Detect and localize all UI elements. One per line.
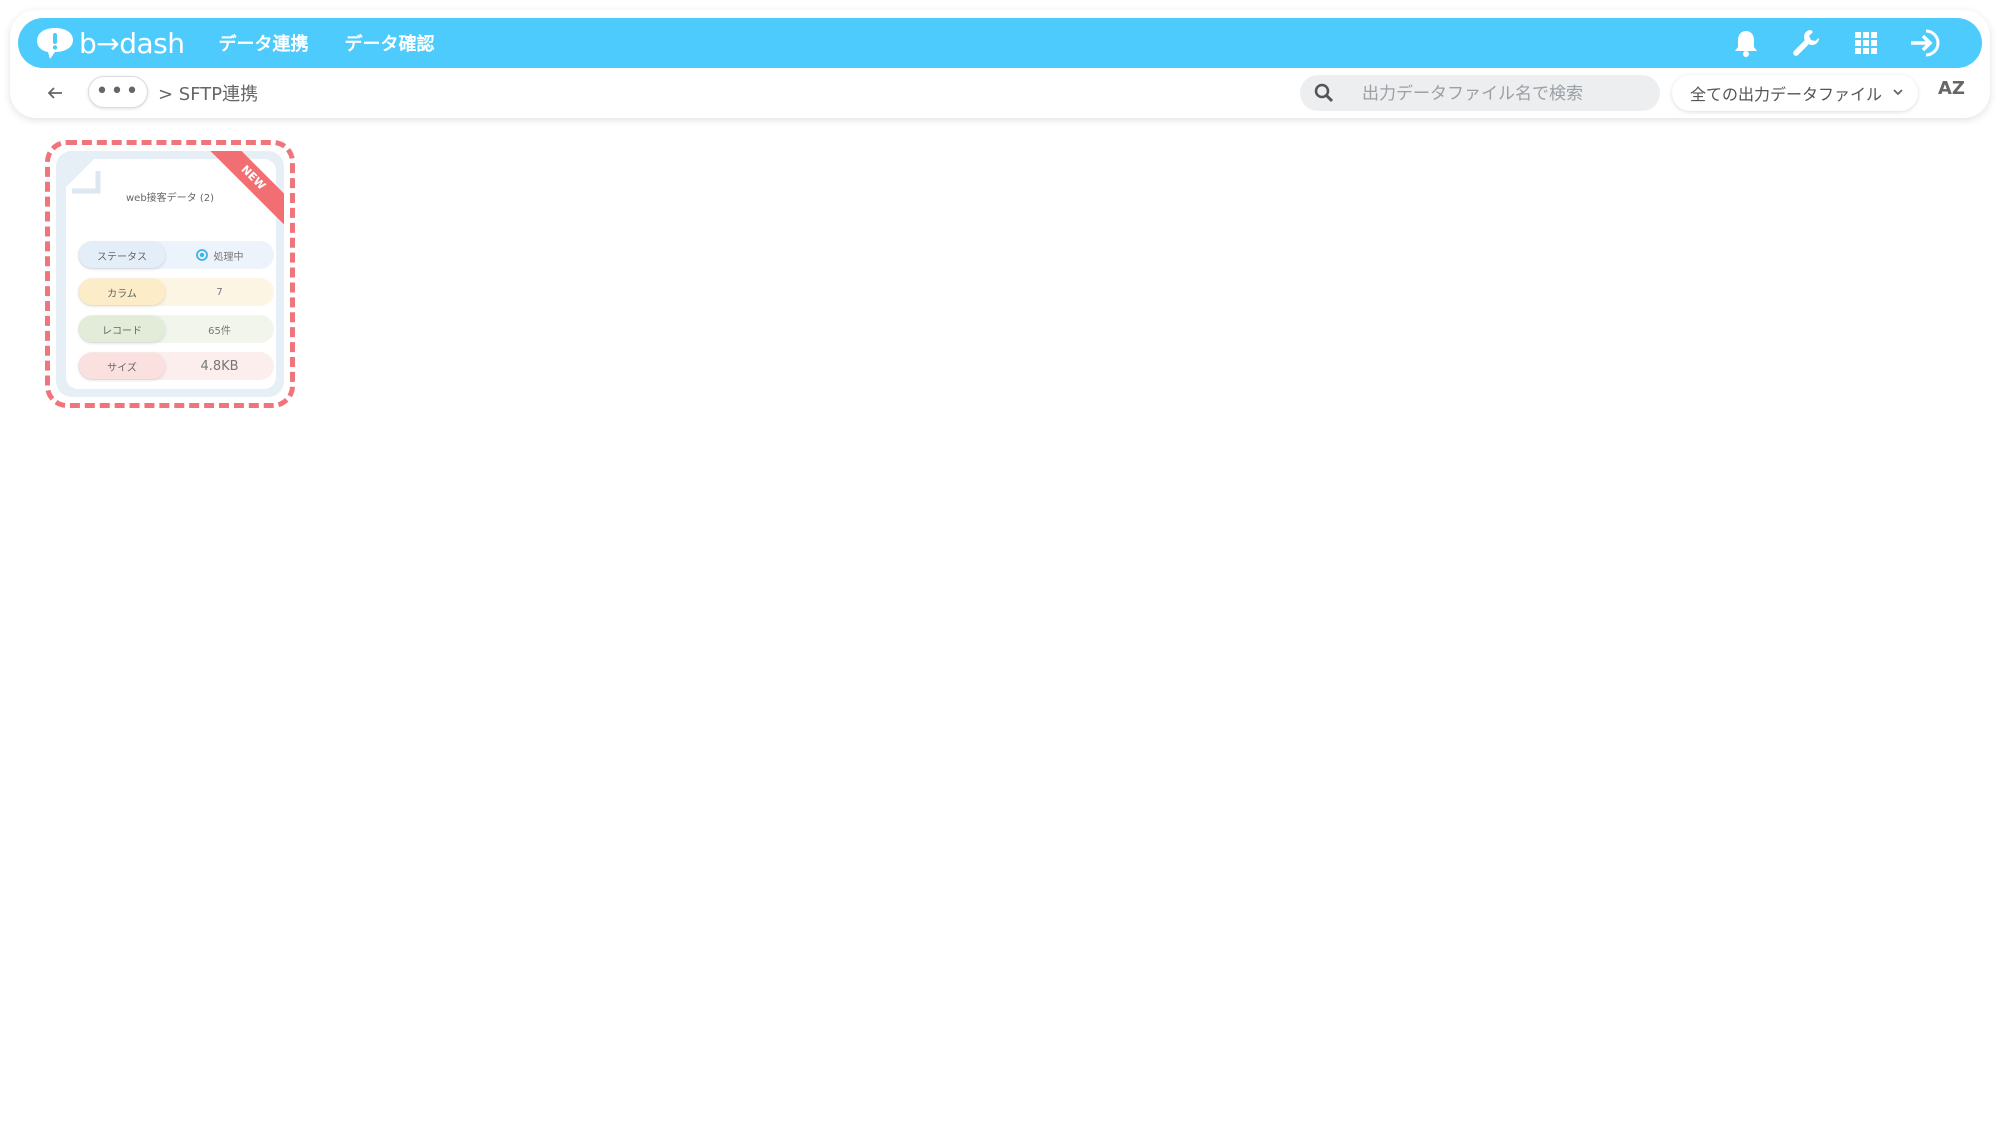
search-input[interactable]: [1360, 75, 1644, 113]
record-row: レコード 65件: [78, 315, 274, 343]
arrow-left-icon: [47, 87, 62, 99]
status-row: ステータス 処理中: [78, 241, 274, 269]
sort-button[interactable]: AZ: [1938, 78, 1965, 99]
size-key: サイズ: [79, 353, 165, 379]
settings-button[interactable]: [1786, 23, 1826, 63]
processing-icon: [195, 249, 208, 261]
nav-data-check[interactable]: データ確認: [345, 30, 435, 56]
notifications-button[interactable]: [1726, 23, 1766, 63]
status-value: 処理中: [165, 248, 274, 263]
breadcrumb: > SFTP連携: [158, 84, 259, 105]
login-button[interactable]: [1906, 23, 1946, 63]
apps-button[interactable]: [1846, 23, 1886, 63]
logo-icon: [37, 28, 73, 59]
logo-text: b→dash: [79, 26, 185, 60]
toolbar: ••• > SFTP連携 全ての出力データファイル AZ: [10, 72, 1990, 114]
highlighted-file-card: NEW web接客データ (2) ステータス 処理中 カラム 7 レコード 65…: [45, 140, 295, 408]
search-icon: [1314, 83, 1334, 103]
back-button[interactable]: [40, 78, 70, 108]
record-key: レコード: [79, 316, 165, 342]
top-navigation-bar: b→dash データ連携 データ確認: [18, 18, 1982, 68]
file-filter-dropdown[interactable]: 全ての出力データファイル: [1672, 75, 1918, 111]
card-title: web接客データ (2): [125, 193, 215, 204]
status-text: 処理中: [213, 251, 244, 263]
size-row: サイズ 4.8KB: [78, 352, 274, 380]
record-value: 65件: [208, 325, 231, 337]
wrench-icon: [1793, 30, 1819, 56]
sign-in-icon: [1911, 29, 1940, 57]
filter-label: 全ての出力データファイル: [1690, 85, 1883, 104]
bell-icon: [1735, 31, 1757, 57]
column-key: カラム: [79, 279, 165, 305]
file-card[interactable]: NEW web接客データ (2) ステータス 処理中 カラム 7 レコード 65…: [56, 151, 284, 397]
app-logo[interactable]: b→dash: [35, 18, 185, 68]
nav-data-integration[interactable]: データ連携: [219, 30, 309, 56]
size-value: 4.8KB: [200, 358, 239, 374]
apps-grid-icon: [1855, 32, 1877, 54]
column-row: カラム 7: [78, 278, 274, 306]
chevron-down-icon: [1893, 89, 1903, 96]
column-value: 7: [216, 286, 223, 298]
status-key: ステータス: [79, 242, 165, 268]
search-box: [1300, 75, 1660, 113]
breadcrumb-more-button[interactable]: •••: [88, 76, 148, 108]
